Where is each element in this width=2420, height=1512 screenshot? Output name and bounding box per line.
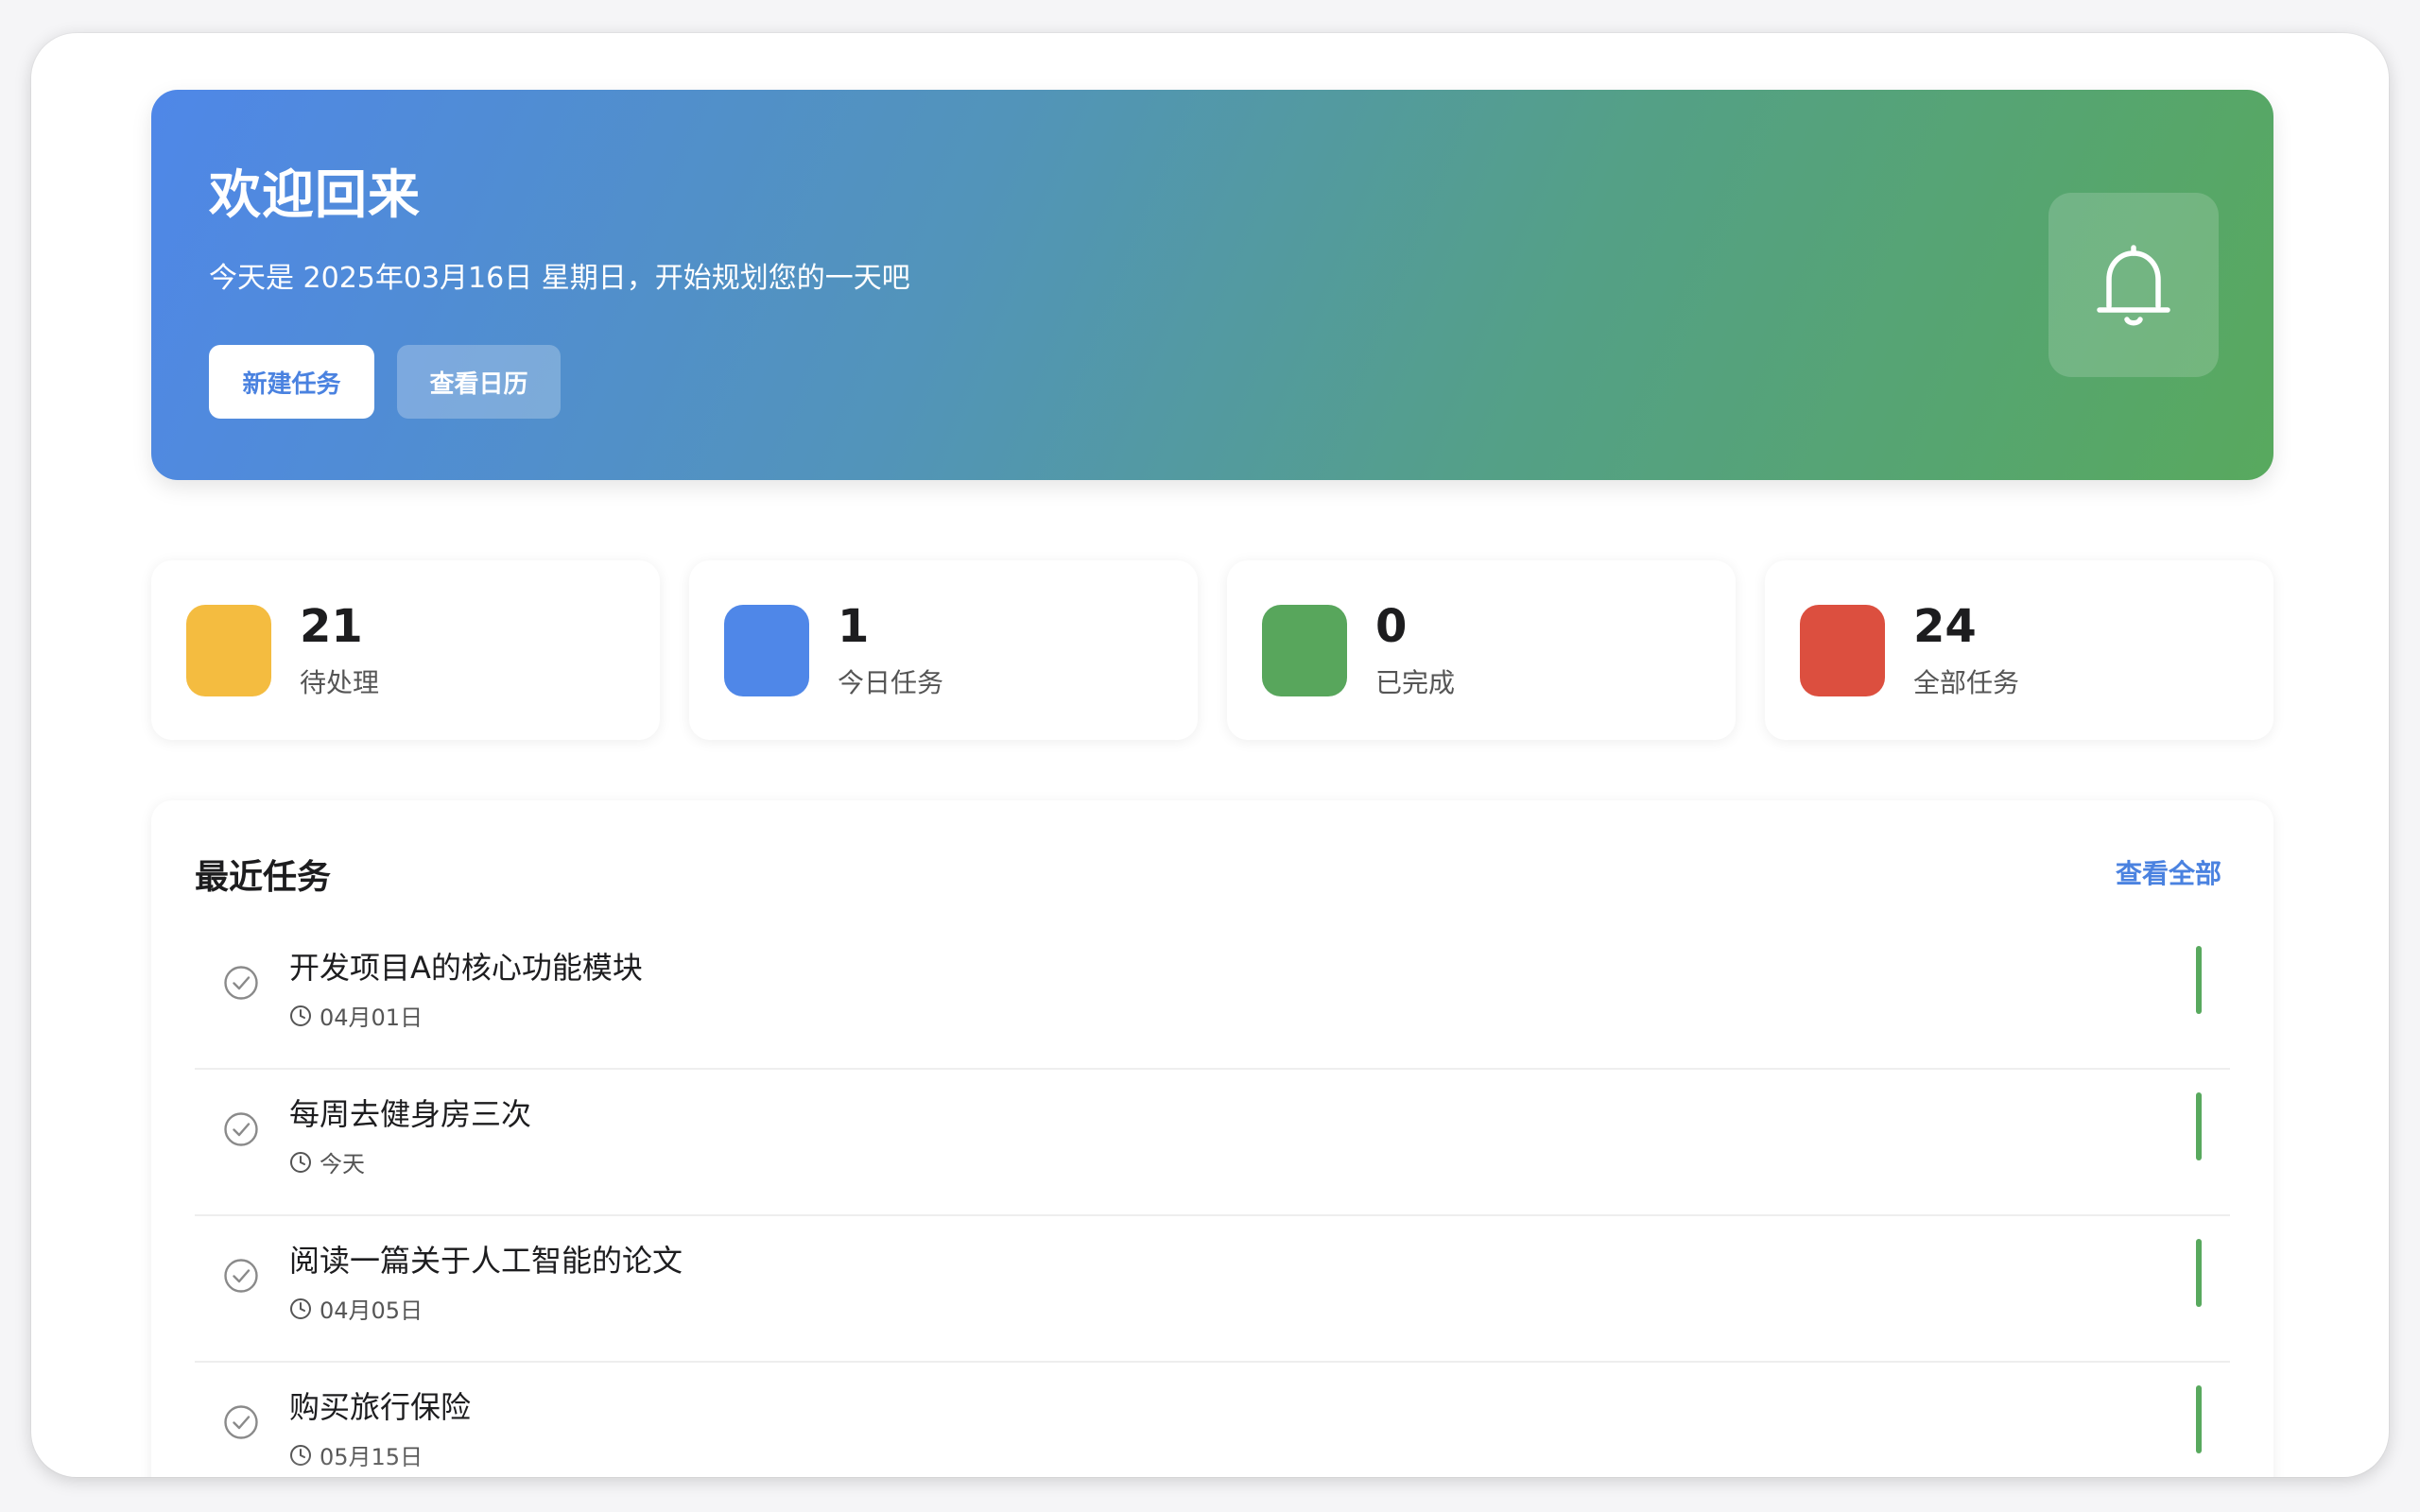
clock-icon: [290, 1005, 311, 1026]
task-title: 开发项目A的核心功能模块: [289, 950, 643, 986]
dashboard: 欢迎回来 今天是 2025年03月16日 星期日，开始规划您的一天吧 新建任务 …: [151, 90, 2273, 1477]
task-title: 每周去健身房三次: [289, 1096, 532, 1132]
notifications-button[interactable]: [2048, 193, 2219, 377]
all-tasks-icon: [1800, 605, 1885, 696]
recent-tasks-title: 最近任务: [195, 858, 332, 897]
clock-icon: [290, 1444, 311, 1466]
task-row[interactable]: 购买旅行保险 05月15日: [195, 1363, 2230, 1477]
check-circle-icon[interactable]: [223, 1258, 259, 1294]
welcome-banner: 欢迎回来 今天是 2025年03月16日 星期日，开始规划您的一天吧 新建任务 …: [151, 90, 2273, 480]
stats-row: 21 待处理 1 今日任务 0 已完成 24 全部任务: [151, 560, 2273, 740]
priority-indicator: [2196, 1385, 2202, 1453]
check-circle-icon[interactable]: [223, 965, 259, 1001]
task-row[interactable]: 阅读一篇关于人工智能的论文 04月05日: [195, 1216, 2230, 1363]
hero-actions: 新建任务 查看日历: [209, 345, 561, 419]
stat-value: 24: [1913, 600, 1977, 653]
completed-icon: [1262, 605, 1347, 696]
today-icon: [724, 605, 809, 696]
task-row[interactable]: 每周去健身房三次 今天: [195, 1070, 2230, 1216]
app-window: 欢迎回来 今天是 2025年03月16日 星期日，开始规划您的一天吧 新建任务 …: [31, 33, 2389, 1477]
priority-indicator: [2196, 1092, 2202, 1160]
pending-icon: [186, 605, 271, 696]
task-due: 04月01日: [289, 999, 423, 1032]
task-date: 04月05日: [320, 1297, 424, 1324]
stat-label: 已完成: [1375, 667, 1456, 698]
task-title: 购买旅行保险: [289, 1389, 472, 1425]
stat-label: 今日任务: [838, 667, 944, 698]
check-circle-icon[interactable]: [223, 1404, 259, 1440]
stat-value: 1: [838, 600, 870, 653]
task-due: 04月05日: [289, 1292, 423, 1325]
stat-label: 待处理: [300, 667, 380, 698]
new-task-button[interactable]: 新建任务: [209, 345, 374, 419]
recent-tasks-panel: 最近任务 查看全部 开发项目A的核心功能模块 04月01日 每周去健身房三次 今…: [151, 800, 2273, 1477]
task-date: 今天: [320, 1151, 365, 1177]
welcome-subtitle: 今天是 2025年03月16日 星期日，开始规划您的一天吧: [209, 262, 910, 295]
task-list: 开发项目A的核心功能模块 04月01日 每周去健身房三次 今天 阅读一篇关于人工…: [195, 923, 2230, 1477]
task-title: 阅读一篇关于人工智能的论文: [289, 1243, 683, 1279]
stat-card-completed[interactable]: 0 已完成: [1227, 560, 1736, 740]
priority-indicator: [2196, 946, 2202, 1014]
task-due: 05月15日: [289, 1438, 423, 1471]
welcome-title: 欢迎回来: [209, 164, 422, 225]
check-circle-icon[interactable]: [223, 1111, 259, 1147]
clock-icon: [290, 1151, 311, 1173]
stat-value: 21: [300, 600, 363, 653]
task-date: 05月15日: [320, 1444, 424, 1470]
task-date: 04月01日: [320, 1005, 424, 1031]
clock-icon: [290, 1297, 311, 1319]
bell-icon: [2097, 244, 2170, 325]
stat-card-pending[interactable]: 21 待处理: [151, 560, 660, 740]
stat-label: 全部任务: [1913, 667, 2020, 698]
task-row[interactable]: 开发项目A的核心功能模块 04月01日: [195, 923, 2230, 1070]
priority-indicator: [2196, 1239, 2202, 1307]
view-calendar-button[interactable]: 查看日历: [397, 345, 561, 419]
stat-card-today[interactable]: 1 今日任务: [689, 560, 1198, 740]
view-all-link[interactable]: 查看全部: [2116, 853, 2221, 891]
stat-card-all[interactable]: 24 全部任务: [1765, 560, 2273, 740]
stat-value: 0: [1375, 600, 1408, 653]
task-due: 今天: [289, 1145, 365, 1178]
